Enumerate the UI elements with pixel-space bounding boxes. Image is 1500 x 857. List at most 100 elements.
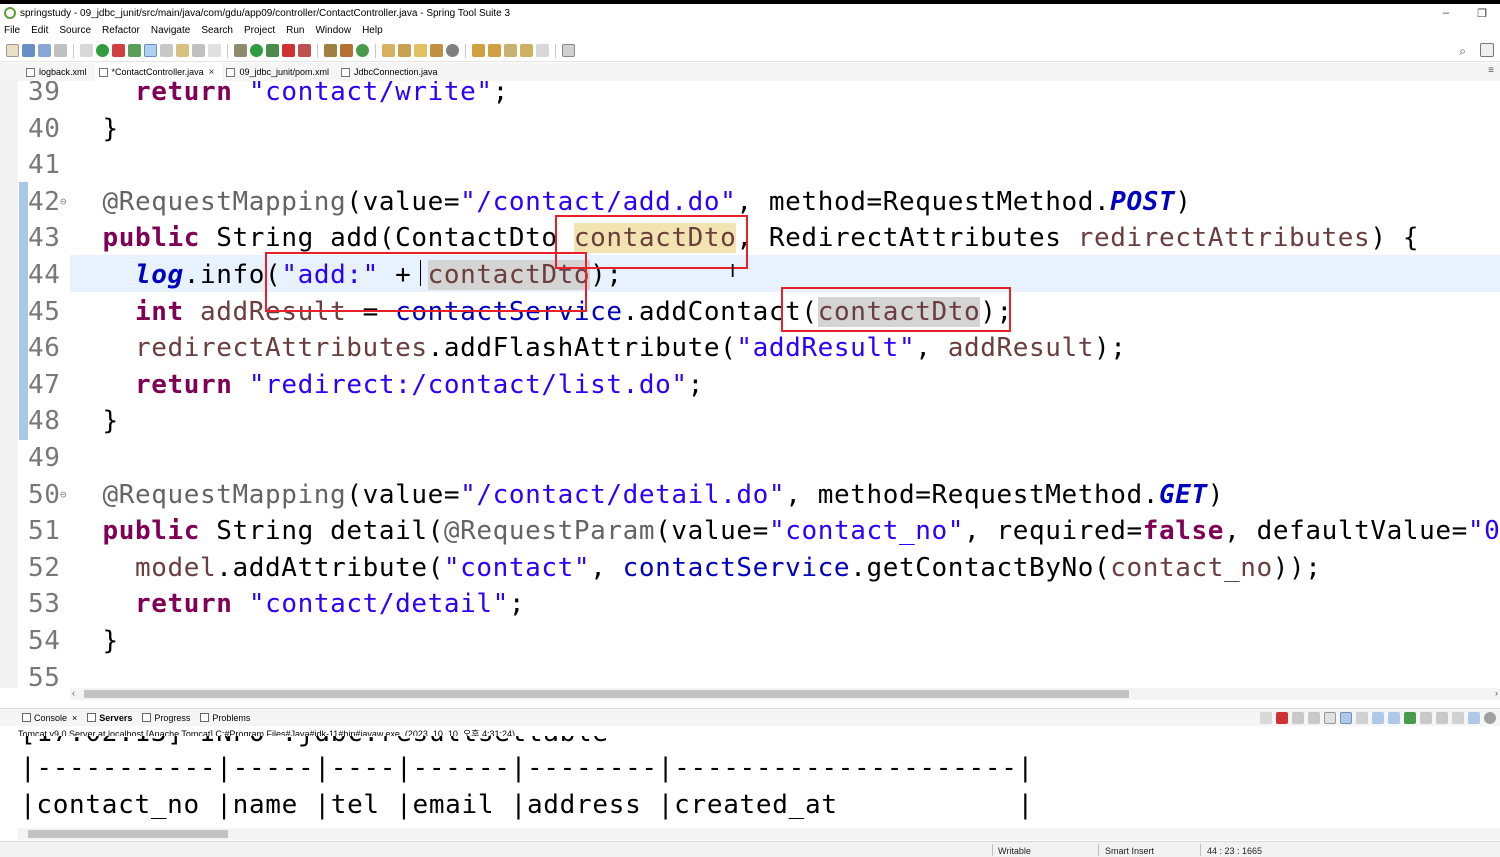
scroll-right-arrow-icon[interactable]: ›	[1495, 688, 1498, 698]
clear-console-icon[interactable]	[1324, 712, 1336, 724]
debug-icon[interactable]	[234, 44, 247, 57]
tab-pom-xml[interactable]: 09_jdbc_junit/pom.xml	[222, 63, 337, 81]
code-line-48: 48 }	[28, 406, 119, 437]
java-file-icon	[341, 67, 350, 77]
pin-editor-icon[interactable]	[562, 44, 575, 57]
wand-icon[interactable]	[414, 44, 427, 57]
code-editor[interactable]: 39 return "contact/write"; 40 } 41 42⊖ @…	[0, 81, 1500, 688]
tab-label: JdbcConnection.java	[354, 67, 438, 77]
stop-icon[interactable]	[282, 44, 295, 57]
pin-console-icon[interactable]	[1404, 712, 1416, 724]
restart-server-icon[interactable]	[1260, 712, 1272, 724]
editor-tab-bar: logback.xml *ContactController.java × 09…	[0, 63, 1500, 81]
perspective-icon[interactable]	[1480, 43, 1494, 57]
tab-progress[interactable]: Progress	[142, 713, 190, 723]
restore-button[interactable]: ❐	[1464, 4, 1500, 22]
menu-refactor[interactable]: Refactor	[102, 25, 140, 36]
tab-list-menu-icon[interactable]: ≡	[1488, 65, 1494, 76]
print-icon[interactable]	[54, 44, 67, 57]
open-file-icon[interactable]	[398, 44, 411, 57]
new-class-icon[interactable]	[356, 44, 369, 57]
toggle-mark-icon[interactable]	[144, 44, 157, 57]
last-edit-icon[interactable]	[504, 44, 517, 57]
scroll-lock-icon[interactable]	[1340, 712, 1352, 724]
remove-launch-icon[interactable]	[1292, 712, 1304, 724]
show-on-stdout-icon[interactable]	[1372, 712, 1384, 724]
globe-icon[interactable]	[446, 44, 459, 57]
scroll-left-arrow-icon[interactable]: ‹	[72, 688, 75, 698]
console-output[interactable]: [17:02:13] INFO :jdbc.resultsettable |--…	[18, 736, 1500, 828]
code-line-40: 40 }	[28, 113, 119, 144]
new-server-icon[interactable]	[324, 44, 337, 57]
menu-run[interactable]: Run	[286, 25, 304, 36]
status-insert-mode[interactable]: Smart Insert	[1105, 846, 1154, 856]
tab-contact-controller[interactable]: *ContactController.java ×	[94, 63, 223, 81]
close-icon[interactable]: ×	[209, 67, 215, 78]
save-icon[interactable]	[22, 44, 35, 57]
display-console-icon[interactable]	[1420, 712, 1432, 724]
console-icon	[22, 713, 31, 722]
forward-icon[interactable]	[536, 44, 549, 57]
menu-project[interactable]: Project	[244, 25, 275, 36]
annotation-icon[interactable]	[430, 44, 443, 57]
menu-source[interactable]: Source	[59, 25, 91, 36]
search-icon[interactable]: ⌕	[1459, 44, 1466, 59]
status-cursor-position[interactable]: 44 : 23 : 1665	[1207, 846, 1262, 856]
menu-navigate[interactable]: Navigate	[151, 25, 190, 36]
open-task-icon[interactable]	[176, 44, 189, 57]
close-icon[interactable]: ×	[72, 713, 77, 723]
problems-icon	[200, 713, 210, 722]
external-tools-icon[interactable]	[298, 44, 311, 57]
previous-annotation-icon[interactable]	[488, 44, 501, 57]
highlight-box-log-call	[265, 252, 587, 312]
refresh-icon[interactable]	[112, 44, 125, 57]
back-icon[interactable]	[520, 44, 533, 57]
open-type-icon[interactable]	[128, 44, 141, 57]
scrollbar-thumb[interactable]	[28, 830, 228, 838]
tab-problems[interactable]: Problems	[200, 713, 250, 723]
open-folder-icon[interactable]	[382, 44, 395, 57]
tab-label: 09_jdbc_junit/pom.xml	[239, 67, 329, 77]
menu-help[interactable]: Help	[362, 25, 383, 36]
menu-window[interactable]: Window	[315, 25, 351, 36]
paragraph-icon[interactable]	[208, 44, 221, 57]
save-all-icon[interactable]	[38, 44, 51, 57]
console-line: |-----------|-----|----|------|--------|…	[20, 753, 1034, 783]
console-line: [17:02:13] INFO :jdbc.resultsettable	[20, 736, 609, 748]
tab-console[interactable]: Console ×	[22, 713, 77, 723]
coverage-icon[interactable]	[266, 44, 279, 57]
code-line-39: 39 return "contact/write";	[28, 81, 509, 107]
scrollbar-thumb[interactable]	[84, 690, 1129, 698]
show-on-stderr-icon[interactable]	[1388, 712, 1400, 724]
menu-edit[interactable]: Edit	[31, 25, 48, 36]
spring-boot-icon[interactable]	[96, 44, 109, 57]
maximize-view-icon[interactable]	[1468, 712, 1480, 724]
gear-icon[interactable]	[1484, 712, 1496, 724]
show-whitespace-icon[interactable]	[192, 44, 205, 57]
console-horizontal-scrollbar[interactable]	[18, 828, 1500, 840]
skip-breakpoints-icon[interactable]	[80, 44, 93, 57]
next-annotation-icon[interactable]	[472, 44, 485, 57]
terminate-icon[interactable]	[1276, 712, 1288, 724]
new-package-icon[interactable]	[340, 44, 353, 57]
minimize-button[interactable]: –	[1428, 4, 1464, 22]
tab-logback-xml[interactable]: logback.xml	[22, 63, 95, 81]
toolbar-separator	[375, 43, 376, 58]
tab-jdbc-connection[interactable]: JdbcConnection.java	[337, 63, 446, 81]
tab-label: logback.xml	[39, 67, 87, 77]
open-console-icon[interactable]	[1436, 712, 1448, 724]
highlight-box-add-contact-arg	[781, 287, 1011, 332]
editor-horizontal-scrollbar[interactable]: ‹ ›	[70, 688, 1500, 700]
new-icon[interactable]	[6, 44, 19, 57]
word-wrap-icon[interactable]	[1356, 712, 1368, 724]
minimize-view-icon[interactable]	[1452, 712, 1464, 724]
menu-file[interactable]: File	[4, 25, 20, 36]
remove-all-terminated-icon[interactable]	[1308, 712, 1320, 724]
run-icon[interactable]	[250, 44, 263, 57]
console-line: |contact_no |name |tel |email |address |…	[20, 790, 1034, 820]
tab-servers[interactable]: Servers	[87, 713, 132, 723]
code-line-53: 53 return "contact/detail";	[28, 589, 526, 620]
toolbar-separator	[227, 43, 228, 58]
task-icon[interactable]	[160, 44, 173, 57]
menu-search[interactable]: Search	[201, 25, 233, 36]
